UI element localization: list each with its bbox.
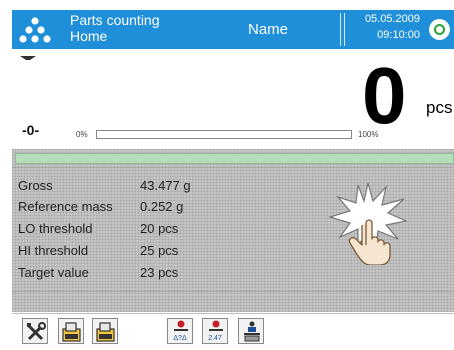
touch-hand-icon [328,182,408,265]
progress-bar [96,130,352,139]
weighing-display: -0- 0% 100% 0 pcs [12,50,454,148]
unit-label: pcs [426,98,453,117]
date-label: 05.05.2009 [364,13,420,25]
zero-indicator: -0- [22,122,40,138]
mode-subtitle: Home [70,28,108,44]
info-row-label: Reference mass [18,199,113,214]
divider [12,291,454,292]
mode-title: Parts counting [70,12,160,28]
reference-sample-icon [244,321,260,342]
divider [12,167,454,168]
info-row-label: Target value [18,265,89,280]
info-panel[interactable]: Gross 43.477 g Reference mass 0.252 g LO… [12,149,454,312]
header-divider [344,13,345,46]
bottom-toolbar: Δ?Δ 2.47 [12,313,454,350]
thresholds-button[interactable]: Δ?Δ [167,318,193,344]
info-row-label: HI threshold [18,243,89,258]
thresholds-label: Δ?Δ [173,335,187,342]
user-name[interactable]: Name [248,21,288,38]
settings-tools-button[interactable] [22,318,48,344]
info-row-label: LO threshold [18,221,93,236]
status-ring-icon[interactable] [429,19,450,40]
time-label: 09:10:00 [377,29,420,41]
progress-min-label: 0% [76,130,88,139]
target-value-label: 2.47 [208,335,222,342]
database-edit-icon [96,322,115,342]
info-row-value: 23 pcs [140,265,179,280]
info-row-value: 25 pcs [140,243,179,258]
parts-counting-icon[interactable] [18,15,52,45]
database-edit-button[interactable] [92,318,118,344]
info-row-value: 43.477 g [140,178,191,193]
main-reading: 0 [362,51,407,140]
info-row-label: Gross [18,178,53,193]
target-value-button[interactable]: 2.47 [202,318,228,344]
info-row-value: 20 pcs [140,221,179,236]
header-divider [340,13,341,46]
threshold-indicator-bar [15,153,454,164]
database-product-button[interactable] [58,318,84,344]
info-row-value: 0.252 g [140,199,184,214]
header-bar: Parts counting Home Name 05.05.2009 09:1… [12,10,454,49]
settings-tools-icon [27,322,46,341]
reference-sample-button[interactable] [238,318,264,344]
stability-marker-icon [20,56,36,60]
database-product-icon [62,322,81,342]
